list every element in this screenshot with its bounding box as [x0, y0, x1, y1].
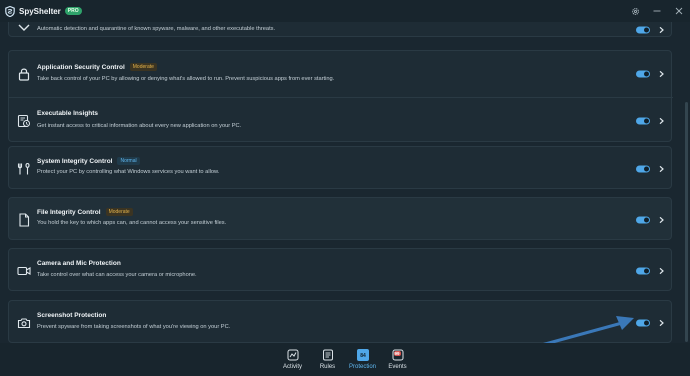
row-desc: Take control over what can access your c…	[37, 272, 197, 278]
row-title: Application Security Control Moderate	[37, 63, 157, 71]
status-badge: Moderate	[129, 63, 157, 71]
row-title-text: System Integrity Control	[37, 157, 113, 165]
row-title: Screenshot Protection	[37, 312, 106, 319]
protection-toggle[interactable]	[636, 216, 650, 223]
rules-icon	[322, 349, 334, 361]
chevron-right-icon[interactable]	[658, 216, 665, 223]
row-file-integrity[interactable]: File Integrity Control Moderate You hold…	[9, 198, 673, 241]
bottom-nav: Activity Rules 84 Protection 99 Events	[0, 343, 690, 376]
nav-events[interactable]: 99 Events	[380, 343, 415, 376]
row-title-text: Camera and Mic Protection	[37, 260, 121, 267]
row-title: File Integrity Control Moderate	[37, 208, 133, 216]
status-badge: Moderate	[105, 208, 133, 216]
protection-toggle[interactable]	[636, 319, 650, 326]
row-desc: Protect your PC by controlling what Wind…	[37, 169, 220, 175]
settings-button[interactable]	[624, 0, 646, 22]
row-application-security[interactable]: Application Security Control Moderate Ta…	[9, 51, 673, 97]
chevron-right-icon[interactable]	[658, 117, 665, 124]
nav-activity[interactable]: Activity	[275, 343, 310, 376]
gear-icon	[631, 7, 639, 15]
row-malware-protection[interactable]: Automatic detection and quarantine of kn…	[9, 22, 673, 38]
events-icon: 99	[392, 349, 404, 361]
chevron-right-icon[interactable]	[658, 165, 665, 172]
card-application-security: Application Security Control Moderate Ta…	[8, 50, 673, 143]
camera-icon	[17, 317, 31, 328]
close-button[interactable]	[668, 0, 690, 22]
status-badge: Normal	[117, 157, 140, 165]
nav-rules[interactable]: Rules	[310, 343, 345, 376]
row-title: Executable Insights	[37, 110, 98, 117]
row-system-integrity[interactable]: System Integrity Control Normal Protect …	[9, 147, 673, 190]
row-camera-mic[interactable]: Camera and Mic Protection Take control o…	[9, 249, 673, 292]
executable-insights-icon	[17, 114, 30, 127]
row-title-text: File Integrity Control	[37, 208, 101, 216]
protection-toggle[interactable]	[636, 165, 650, 172]
protection-toggle[interactable]	[636, 267, 650, 274]
card-system-integrity: System Integrity Control Normal Protect …	[8, 146, 672, 189]
row-desc: Prevent spyware from taking screenshots …	[37, 324, 231, 330]
protection-list: Automatic detection and quarantine of kn…	[0, 22, 690, 343]
activity-icon	[287, 349, 299, 361]
row-title: System Integrity Control Normal	[37, 157, 140, 165]
row-desc: Get instant access to critical informati…	[37, 123, 242, 129]
file-icon	[19, 212, 30, 227]
card-malware: Automatic detection and quarantine of kn…	[8, 22, 672, 37]
nav-protection[interactable]: 84 Protection	[345, 343, 380, 376]
close-icon	[675, 7, 683, 15]
lock-icon	[18, 68, 30, 81]
nav-label: Activity	[282, 364, 302, 370]
row-title-text: Executable Insights	[37, 110, 99, 117]
row-desc: Take back control of your PC by allowing…	[37, 76, 335, 82]
nav-label: Events	[388, 364, 407, 370]
nav-label: Protection	[348, 364, 376, 370]
row-title: Camera and Mic Protection	[37, 260, 121, 267]
row-title-text: Screenshot Protection	[37, 312, 107, 319]
row-executable-insights[interactable]: Executable Insights Get instant access t…	[9, 97, 673, 143]
card-screenshot: Screenshot Protection Prevent spyware fr…	[8, 300, 672, 343]
check-icon	[18, 24, 30, 31]
minimize-icon	[653, 10, 661, 12]
chevron-right-icon[interactable]	[658, 26, 665, 34]
card-file-integrity: File Integrity Control Moderate You hold…	[8, 197, 672, 240]
chevron-right-icon[interactable]	[658, 267, 665, 274]
title-bar: SpyShelter PRO	[0, 0, 690, 22]
app-title: SpyShelter	[19, 6, 61, 16]
tools-icon	[17, 162, 30, 174]
row-screenshot-protection[interactable]: Screenshot Protection Prevent spyware fr…	[9, 301, 673, 343]
protection-toggle[interactable]	[636, 117, 650, 124]
row-desc: You hold the key to which apps can, and …	[37, 220, 227, 226]
chevron-right-icon[interactable]	[658, 319, 665, 326]
pro-badge: PRO	[64, 7, 82, 15]
protection-toggle[interactable]	[636, 26, 650, 34]
row-desc: Automatic detection and quarantine of kn…	[37, 26, 276, 32]
camera-video-icon	[17, 266, 31, 275]
protection-icon: 84	[356, 349, 369, 361]
card-camera-mic: Camera and Mic Protection Take control o…	[8, 248, 672, 291]
minimize-button[interactable]	[646, 0, 668, 22]
protection-toggle[interactable]	[636, 70, 650, 78]
spyshelter-logo-icon	[5, 5, 15, 17]
events-count-badge: 99	[393, 351, 401, 356]
nav-label: Rules	[319, 364, 336, 370]
chevron-right-icon[interactable]	[658, 70, 665, 78]
svg-text:84: 84	[360, 353, 366, 359]
scrollbar[interactable]	[685, 102, 688, 342]
row-title-text: Application Security Control	[37, 63, 125, 71]
